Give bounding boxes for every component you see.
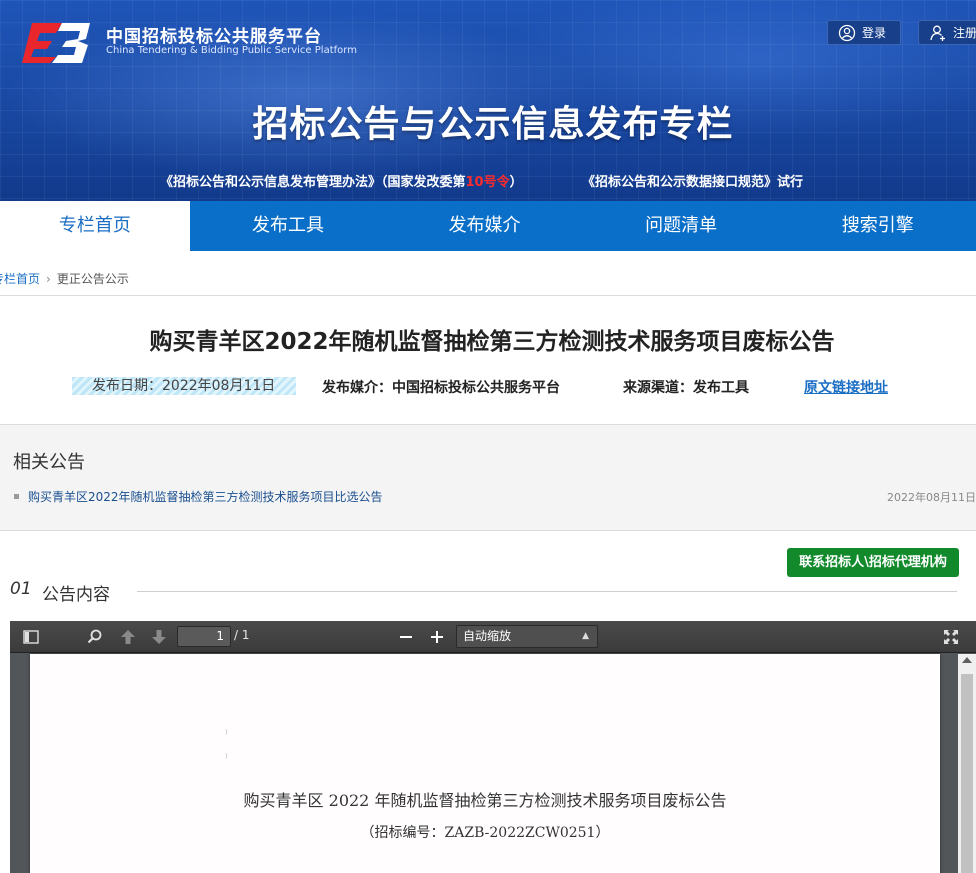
pdf-viewer: 1 / 1 自动缩放 ▲ ⁾ ⁾ 购买青羊区 2022 年随机监督抽检第三方检测…: [10, 621, 976, 873]
logo-icon[interactable]: [22, 19, 92, 63]
section-divider: [137, 591, 957, 592]
breadcrumb: 专栏首页 › 更正公告公示: [0, 270, 129, 287]
source-channel: 来源渠道：发布工具: [623, 380, 749, 396]
login-button[interactable]: 登录: [827, 20, 901, 45]
regulation-link-close: ）: [509, 175, 523, 190]
publish-date: 发布日期：2022年08月11日: [72, 377, 296, 395]
interface-spec-link[interactable]: 《招标公告和公示数据接口规范》试行: [582, 171, 803, 190]
select-arrows-icon: ▲: [582, 631, 589, 641]
nav-item-faq[interactable]: 问题清单: [583, 201, 780, 251]
pdf-scrollbar[interactable]: [958, 654, 976, 873]
bullet-icon: [14, 494, 19, 499]
related-title: 相关公告: [13, 452, 85, 473]
regulation-number: 10号令: [465, 175, 510, 190]
zoom-in-icon[interactable]: [428, 628, 446, 646]
scroll-thumb[interactable]: [961, 674, 973, 873]
nav-item-search-engine[interactable]: 搜索引擎: [779, 201, 976, 251]
nav-item-publish-tool[interactable]: 发布工具: [190, 201, 387, 251]
related-item-title[interactable]: 购买青羊区2022年随机监督抽检第三方检测技术服务项目比选公告: [28, 488, 383, 505]
source-link[interactable]: 原文链接地址: [804, 377, 888, 397]
related-notices: 相关公告 购买青羊区2022年随机监督抽检第三方检测技术服务项目比选公告 202…: [0, 424, 976, 531]
zoom-select[interactable]: 自动缩放 ▲: [456, 625, 598, 648]
nav-item-publish-media[interactable]: 发布媒介: [386, 201, 583, 251]
breadcrumb-home[interactable]: 专栏首页: [0, 272, 40, 286]
register-button[interactable]: 注册: [918, 20, 976, 45]
related-item-date: 2022年08月11日: [887, 491, 976, 504]
scan-mark-icon: ⁾: [225, 727, 228, 740]
section-number: 01: [10, 579, 32, 599]
list-item[interactable]: 购买青羊区2022年随机监督抽检第三方检测技术服务项目比选公告: [14, 488, 383, 505]
scroll-up-icon[interactable]: [962, 657, 972, 663]
contact-tenderer-button[interactable]: 联系招标人\招标代理机构: [787, 548, 959, 577]
register-label: 注册: [953, 26, 976, 40]
header-banner: 中国招标投标公共服务平台 China Tendering & Bidding P…: [0, 0, 976, 201]
zoom-select-value: 自动缩放: [463, 629, 512, 643]
arrow-up-icon[interactable]: [119, 628, 137, 646]
user-circle-icon: [838, 24, 856, 41]
fullscreen-icon[interactable]: [942, 628, 960, 646]
search-icon[interactable]: [86, 628, 104, 646]
chevron-right-icon: ›: [46, 272, 51, 286]
arrow-down-icon[interactable]: [150, 628, 168, 646]
nav-item-home[interactable]: 专栏首页: [0, 201, 190, 251]
breadcrumb-current: 更正公告公示: [56, 272, 129, 286]
divider: [0, 295, 976, 296]
zoom-out-icon[interactable]: [397, 628, 415, 646]
page-total: / 1: [234, 628, 250, 642]
logo-subtitle[interactable]: China Tendering & Bidding Public Service…: [106, 45, 357, 56]
scan-mark-icon: ⁾: [225, 751, 228, 764]
page-title: 购买青羊区2022年随机监督抽检第三方检测技术服务项目废标公告: [149, 329, 835, 355]
pdf-page: ⁾ ⁾ 购买青羊区 2022 年随机监督抽检第三方检测技术服务项目废标公告 （招…: [30, 654, 940, 873]
login-label: 登录: [862, 26, 887, 40]
user-add-icon: [930, 25, 945, 41]
banner-title: 招标公告与公示信息发布专栏: [252, 104, 734, 145]
pdf-toolbar: 1 / 1 自动缩放 ▲: [10, 621, 976, 653]
regulation-link[interactable]: 《招标公告和公示信息发布管理办法》（国家发改委第10号令）: [160, 171, 523, 190]
document-title: 购买青羊区 2022 年随机监督抽检第三方检测技术服务项目废标公告: [243, 791, 727, 810]
page-number-input[interactable]: 1: [177, 626, 231, 647]
main-nav: 专栏首页 发布工具 发布媒介 问题清单 搜索引擎: [0, 201, 976, 251]
regulation-link-text: 《招标公告和公示信息发布管理办法》（国家发改委第: [160, 175, 466, 190]
publish-media: 发布媒介：中国招标投标公共服务平台: [322, 380, 560, 396]
section-title: 公告内容: [42, 585, 110, 605]
sidebar-toggle-icon[interactable]: [22, 628, 40, 646]
logo-title[interactable]: 中国招标投标公共服务平台: [106, 22, 322, 47]
document-number: （招标编号：ZAZB-2022ZCW0251）: [360, 825, 610, 841]
